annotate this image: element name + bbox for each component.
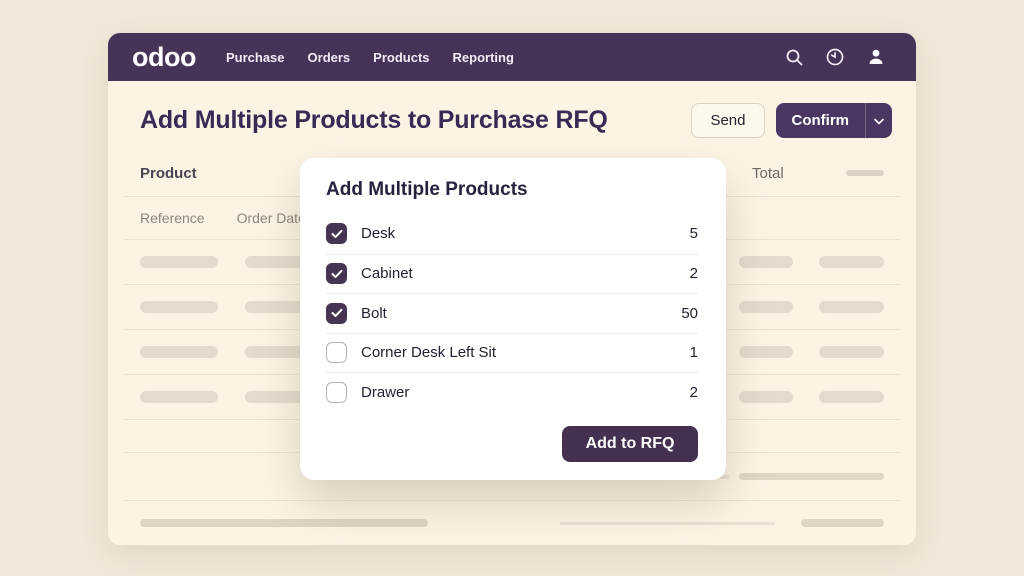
skeleton-bar (739, 301, 793, 313)
navbar-icons (784, 47, 886, 67)
skeleton-bar (819, 301, 884, 313)
product-quantity: 50 (681, 305, 698, 322)
chevron-down-icon (874, 113, 884, 128)
add-multiple-products-dialog: Add Multiple Products Desk 5 Cabinet 2 B… (300, 158, 726, 480)
skeleton-bar (560, 522, 775, 525)
product-quantity: 2 (690, 384, 698, 401)
product-quantity: 2 (690, 265, 698, 282)
skeleton-bar (819, 346, 884, 358)
skeleton-bar (140, 256, 218, 268)
product-name: Corner Desk Left Sit (361, 344, 496, 361)
main-menu: Purchase Orders Products Reporting (226, 50, 514, 65)
header-actions: Send Confirm (691, 103, 892, 138)
column-header-total[interactable]: Total (752, 165, 784, 182)
column-header-product[interactable]: Product (140, 165, 197, 182)
page-title: Add Multiple Products to Purchase RFQ (140, 106, 608, 135)
confirm-split-button: Confirm (776, 103, 893, 138)
skeleton-bar (739, 391, 793, 403)
skeleton-bar (846, 170, 884, 176)
checkbox-cabinet[interactable] (326, 263, 347, 284)
nav-item-products[interactable]: Products (373, 50, 429, 65)
checkbox-corner-desk-left-sit[interactable] (326, 342, 347, 363)
skeleton-bar (819, 256, 884, 268)
clock-icon[interactable] (825, 47, 845, 67)
confirm-dropdown-button[interactable] (865, 103, 892, 138)
skeleton-bar (801, 519, 884, 527)
nav-item-purchase[interactable]: Purchase (226, 50, 285, 65)
column-header-order-date[interactable]: Order Date (237, 210, 306, 226)
product-name: Drawer (361, 384, 409, 401)
product-list-item: Cabinet 2 (326, 254, 698, 294)
skeleton-bar (140, 346, 218, 358)
skeleton-bar (819, 391, 884, 403)
checkbox-drawer[interactable] (326, 382, 347, 403)
checkbox-desk[interactable] (326, 223, 347, 244)
skeleton-bar (739, 256, 793, 268)
add-to-rfq-button[interactable]: Add to RFQ (562, 426, 698, 462)
dialog-footer: Add to RFQ (326, 426, 698, 462)
skeleton-bar (140, 301, 218, 313)
dialog-title: Add Multiple Products (326, 178, 698, 202)
checkbox-bolt[interactable] (326, 303, 347, 324)
skeleton-bar (140, 391, 218, 403)
skeleton-bar (140, 519, 428, 527)
product-list-item: Drawer 2 (326, 372, 698, 412)
user-icon[interactable] (866, 47, 886, 67)
product-quantity: 5 (690, 225, 698, 242)
nav-item-reporting[interactable]: Reporting (453, 50, 514, 65)
product-list-item: Desk 5 (326, 214, 698, 254)
skeleton-bar (739, 473, 884, 480)
send-button[interactable]: Send (691, 103, 764, 138)
column-header-reference[interactable]: Reference (140, 210, 205, 226)
product-list-item: Bolt 50 (326, 293, 698, 333)
nav-item-orders[interactable]: Orders (308, 50, 351, 65)
product-name: Cabinet (361, 265, 413, 282)
product-list-item: Corner Desk Left Sit 1 (326, 333, 698, 373)
confirm-button[interactable]: Confirm (776, 103, 866, 138)
skeleton-bar (739, 346, 793, 358)
product-name: Desk (361, 225, 395, 242)
table-row (124, 501, 900, 545)
odoo-logo[interactable]: odoo (132, 44, 196, 71)
search-icon[interactable] (784, 47, 804, 67)
product-quantity: 1 (690, 344, 698, 361)
product-name: Bolt (361, 305, 387, 322)
top-navbar: odoo Purchase Orders Products Reporting (108, 33, 916, 81)
page-header: Add Multiple Products to Purchase RFQ Se… (108, 81, 916, 150)
